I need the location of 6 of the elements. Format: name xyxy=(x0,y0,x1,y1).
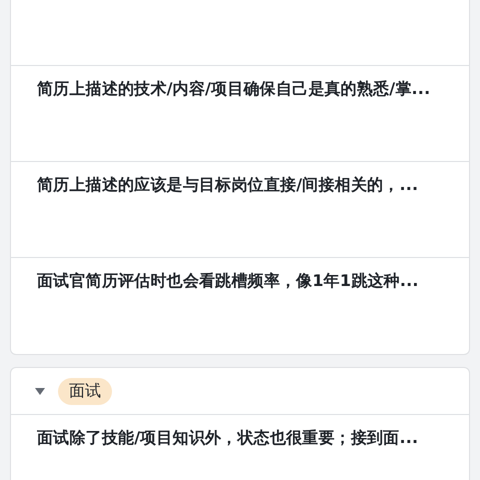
caret-icon[interactable] xyxy=(34,386,46,396)
list-item-text[interactable]: 面试官简历评估时也会看跳槽频率，像1年1跳这种... xyxy=(37,271,419,290)
section-tag: 面试 xyxy=(58,378,112,404)
list-item-text[interactable]: 面试除了技能/项目知识外，状态也很重要；接到面... xyxy=(37,428,418,447)
list-item-text[interactable]: 简历上描述的技术/内容/项目确保自己是真的熟悉/掌... xyxy=(37,79,430,98)
list-item-text[interactable]: 简历上描述的应该是与目标岗位直接/间接相关的，... xyxy=(37,175,418,194)
